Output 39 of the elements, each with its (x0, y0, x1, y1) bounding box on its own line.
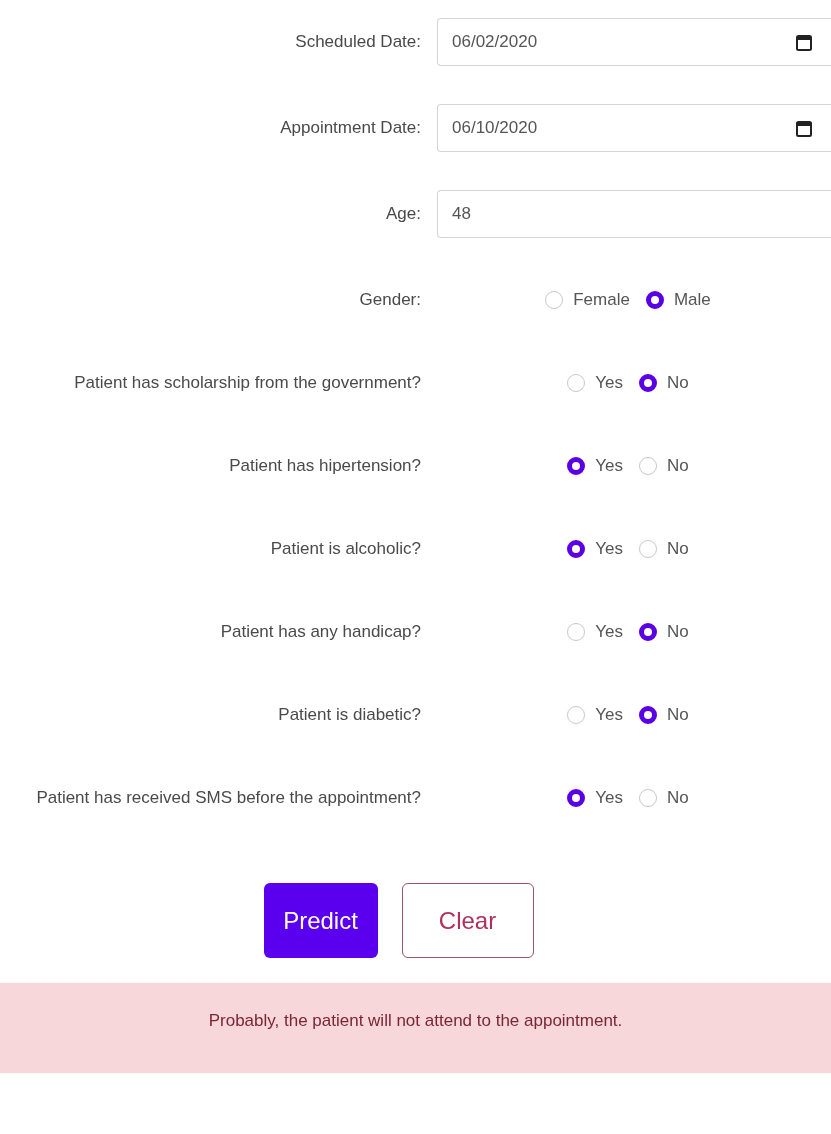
radio-label[interactable]: Yes (595, 373, 623, 393)
date-field[interactable]: 06/02/2020 (437, 18, 831, 66)
radio-label[interactable]: Male (673, 290, 711, 310)
radio-label[interactable]: No (667, 622, 689, 642)
question-label: Gender: (359, 289, 421, 311)
radio-label[interactable]: Yes (595, 539, 623, 559)
question-label: Patient has scholarship from the government? (74, 372, 421, 394)
radio-label[interactable]: Yes (595, 622, 623, 642)
question-label: Patient has hipertension? (229, 455, 421, 477)
calendar-icon[interactable] (796, 33, 812, 51)
radio-label[interactable]: Female (573, 290, 630, 310)
radio-button[interactable] (639, 706, 657, 724)
field-label: Scheduled Date: (295, 31, 421, 53)
radio-label[interactable]: No (667, 539, 689, 559)
question-label: Patient has any handicap? (220, 621, 421, 643)
field-label: Appointment Date: (280, 117, 421, 139)
radio-button[interactable] (567, 789, 586, 807)
number-field[interactable]: 48 (437, 190, 831, 238)
clear-button[interactable]: Clear (401, 883, 534, 958)
radio-button[interactable] (567, 540, 586, 558)
question-label: Patient has received SMS before the appointment? (36, 787, 421, 809)
radio-label[interactable]: Yes (595, 788, 623, 808)
date-field[interactable]: 06/10/2020 (437, 104, 831, 152)
radio-label[interactable]: No (667, 456, 689, 476)
radio-button[interactable] (645, 291, 664, 309)
radio-label[interactable]: No (667, 373, 689, 393)
alert-text: Probably, the patient will not attend to the appointment. (208, 1011, 623, 1032)
radio-label[interactable]: No (667, 705, 689, 725)
field-label: Age: (386, 203, 421, 225)
radio-button[interactable] (567, 457, 586, 475)
radio-label[interactable]: Yes (595, 456, 623, 476)
radio-button[interactable] (639, 623, 657, 641)
radio-label[interactable]: Yes (595, 705, 623, 725)
question-label: Patient is alcoholic? (270, 538, 421, 560)
predict-button[interactable]: Predict (263, 883, 378, 958)
calendar-icon[interactable] (796, 119, 812, 137)
radio-label[interactable]: No (667, 788, 689, 808)
question-label: Patient is diabetic? (278, 704, 421, 726)
radio-button[interactable] (639, 374, 657, 392)
